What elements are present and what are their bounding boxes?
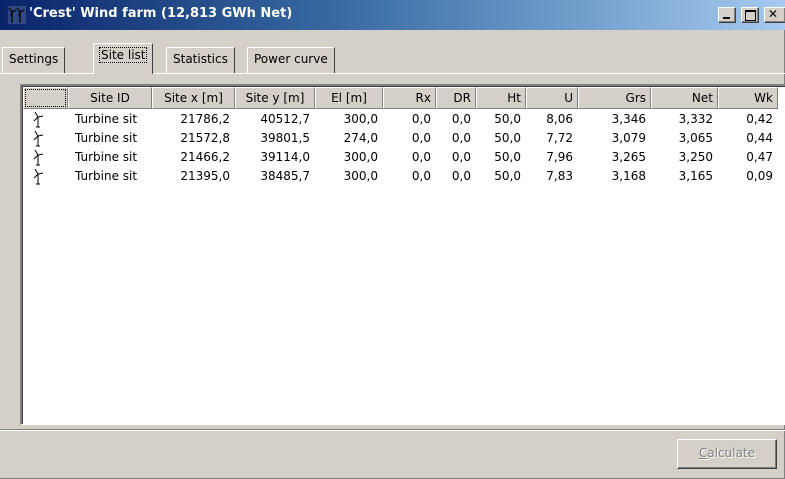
table-cell: Turbine sit — [75, 131, 138, 145]
title-bar[interactable]: 'Crest' Wind farm (12,813 GWh Net) — [0, 0, 785, 30]
table-cell: 0,42 — [746, 112, 773, 126]
tab-site-list-label: Site list — [98, 47, 148, 63]
table-cell: 38485,7 — [260, 169, 310, 183]
column-header-site-x[interactable]: Site x [m] — [152, 87, 235, 109]
table-cell: 0,0 — [411, 150, 431, 164]
table-cell: 21395,0 — [180, 169, 230, 183]
table-cell: 50,0 — [494, 112, 521, 126]
table-cell: 0,0 — [411, 169, 431, 183]
tab-power-curve[interactable]: Power curve — [247, 47, 335, 73]
table-cell: 21572,8 — [180, 131, 230, 145]
table-cell: 3,079 — [611, 131, 646, 145]
wind-turbine-icon — [33, 130, 44, 147]
tab-statistics[interactable]: Statistics — [166, 47, 235, 73]
table-row[interactable]: Turbine sit 21466,2 39114,0 300,0 0,0 0,0 50,0… — [23, 148, 785, 167]
table-cell: 7,83 — [546, 169, 573, 183]
table-cell: 0,0 — [451, 169, 471, 183]
table-cell: 0,0 — [451, 150, 471, 164]
table-cell: 3,065 — [678, 131, 713, 145]
table-cell: Turbine sit — [75, 112, 138, 126]
column-header-net[interactable]: Net — [651, 87, 718, 109]
column-header-site-id[interactable]: Site ID — [68, 87, 152, 109]
table-cell: 40512,7 — [260, 112, 310, 126]
tab-site-list[interactable]: Site list — [93, 43, 154, 74]
table-cell: Turbine sit — [75, 150, 138, 164]
column-header-ht[interactable]: Ht — [476, 87, 526, 109]
table-cell: 7,96 — [546, 150, 573, 164]
table-cell: 0,0 — [411, 112, 431, 126]
table-row[interactable]: Turbine sit 21786,2 40512,7 300,0 0,0 0,0 50,0… — [23, 110, 785, 129]
table-cell: 0,0 — [451, 131, 471, 145]
minimize-button[interactable] — [718, 7, 736, 23]
table-cell: 21466,2 — [180, 150, 230, 164]
tab-settings[interactable]: Settings — [2, 47, 66, 73]
table-cell: 0,0 — [451, 112, 471, 126]
wind-farm-window: 'Crest' Wind farm (12,813 GWh Net) Setti… — [0, 0, 785, 479]
wind-turbine-icon — [33, 168, 44, 185]
table-cell: 0,44 — [746, 131, 773, 145]
table-cell: 3,332 — [678, 112, 713, 126]
maximize-button[interactable] — [741, 7, 759, 23]
table-cell: 50,0 — [494, 131, 521, 145]
footer-separator — [0, 429, 785, 431]
table-cell: 3,346 — [611, 112, 646, 126]
table-cell: 0,47 — [746, 150, 773, 164]
table-cell: 50,0 — [494, 169, 521, 183]
table-cell: 0,0 — [411, 131, 431, 145]
table-cell: 3,168 — [611, 169, 646, 183]
table-cell: 3,250 — [678, 150, 713, 164]
column-header-grs[interactable]: Grs — [578, 87, 651, 109]
table-cell: 39114,0 — [260, 150, 310, 164]
table-cell: 274,0 — [343, 131, 378, 145]
column-header-icon[interactable] — [23, 87, 68, 109]
tab-statistics-label: Statistics — [173, 52, 228, 66]
wind-turbine-icon — [33, 149, 44, 166]
window-title: 'Crest' Wind farm (12,813 GWh Net) — [29, 6, 293, 21]
column-header-site-y[interactable]: Site y [m] — [235, 87, 315, 109]
table-cell: 3,165 — [678, 169, 713, 183]
tab-settings-label: Settings — [9, 52, 59, 66]
table-cell: 0,09 — [746, 169, 773, 183]
table-cell: 300,0 — [343, 169, 378, 183]
table-cell: 50,0 — [494, 150, 521, 164]
calculate-button[interactable]: Calculate — [677, 439, 777, 469]
table-cell: 39801,5 — [260, 131, 310, 145]
column-header-dr[interactable]: DR — [436, 87, 476, 109]
column-header-rx[interactable]: Rx — [383, 87, 436, 109]
table-row[interactable]: Turbine sit 21572,8 39801,5 274,0 0,0 0,0 50,0… — [23, 129, 785, 148]
table-cell: 7,72 — [546, 131, 573, 145]
site-list-view[interactable]: Site ID Site x [m] Site y [m] El [m] Rx … — [20, 84, 785, 425]
list-header: Site ID Site x [m] Site y [m] El [m] Rx … — [23, 87, 785, 109]
tab-strip: Settings Site list Statistics Power curv… — [0, 39, 785, 74]
column-header-elevation[interactable]: El [m] — [315, 87, 383, 109]
wind-farm-icon — [8, 6, 26, 24]
column-header-wk[interactable]: Wk — [718, 87, 778, 109]
column-header-u[interactable]: U — [526, 87, 578, 109]
tab-power-curve-label: Power curve — [254, 52, 328, 66]
table-row[interactable]: Turbine sit 21395,0 38485,7 300,0 0,0 0,0 50,0… — [23, 167, 785, 186]
close-button[interactable] — [764, 7, 785, 23]
table-cell: 8,06 — [546, 112, 573, 126]
table-cell: 300,0 — [343, 112, 378, 126]
table-cell: 3,265 — [611, 150, 646, 164]
table-cell: 21786,2 — [180, 112, 230, 126]
table-cell: Turbine sit — [75, 169, 138, 183]
table-cell: 300,0 — [343, 150, 378, 164]
wind-turbine-icon — [33, 111, 44, 128]
